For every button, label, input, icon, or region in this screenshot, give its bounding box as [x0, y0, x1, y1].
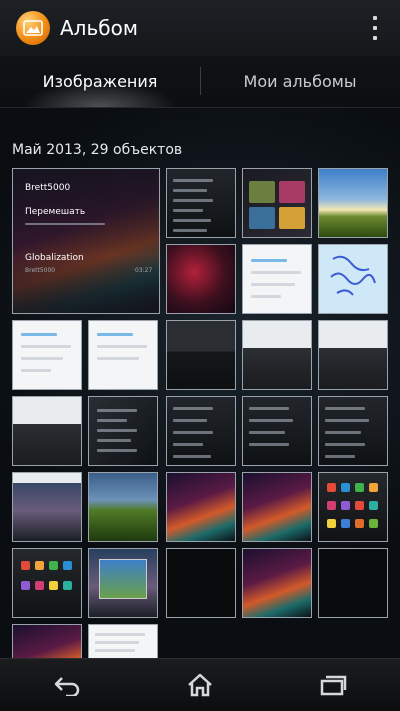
thumbnail[interactable]: [166, 244, 236, 314]
thumb-music-album: Globalization: [25, 253, 84, 263]
thumbnail[interactable]: [318, 472, 388, 542]
tab-my-albums[interactable]: Мои альбомы: [200, 56, 400, 107]
recent-apps-icon[interactable]: [303, 665, 363, 705]
thumb-music-album-artist: Brett5000: [25, 267, 56, 274]
thumbnail[interactable]: [318, 168, 388, 238]
home-icon[interactable]: [170, 665, 230, 705]
thumbnail[interactable]: [318, 320, 388, 390]
thumbnail[interactable]: [166, 168, 236, 238]
thumbnail-grid: Brett5000 Перемешать Globalization Brett…: [0, 168, 400, 658]
thumbnail[interactable]: [242, 320, 312, 390]
tab-divider: [200, 67, 201, 95]
gallery-content[interactable]: Май 2013, 29 объектов Brett5000 Перемеша…: [0, 108, 400, 658]
thumbnail[interactable]: [166, 472, 236, 542]
thumb-music-artist: Brett5000: [25, 183, 71, 193]
thumbnail[interactable]: [88, 472, 158, 542]
system-navigation-bar: [0, 658, 400, 711]
tab-images-label: Изображения: [42, 72, 158, 91]
thumbnail[interactable]: [12, 472, 82, 542]
thumbnail[interactable]: [12, 320, 82, 390]
tab-images[interactable]: Изображения: [0, 56, 200, 107]
thumbnail[interactable]: [242, 396, 312, 466]
thumbnail[interactable]: [166, 548, 236, 618]
thumbnail[interactable]: [318, 548, 388, 618]
thumbnail[interactable]: [242, 244, 312, 314]
thumb-music-shuffle: Перемешать: [25, 207, 86, 217]
thumbnail[interactable]: [242, 472, 312, 542]
thumbnail[interactable]: [88, 624, 158, 658]
action-bar: Альбом: [0, 0, 400, 56]
back-icon[interactable]: [37, 665, 97, 705]
thumbnail[interactable]: [242, 548, 312, 618]
thumbnail[interactable]: [88, 548, 158, 618]
overflow-menu-icon[interactable]: [372, 16, 378, 40]
app-title: Альбом: [60, 16, 138, 40]
thumbnail[interactable]: [166, 320, 236, 390]
thumbnail[interactable]: [12, 548, 82, 618]
thumbnail[interactable]: [318, 396, 388, 466]
thumbnail[interactable]: [88, 396, 158, 466]
thumbnail[interactable]: Brett5000 Перемешать Globalization Brett…: [12, 168, 160, 314]
thumbnail[interactable]: [88, 320, 158, 390]
thumbnail[interactable]: [12, 396, 82, 466]
tab-my-albums-label: Мои альбомы: [243, 72, 357, 91]
thumbnail[interactable]: [166, 396, 236, 466]
section-header: Май 2013, 29 объектов: [12, 142, 183, 158]
album-icon[interactable]: [16, 11, 50, 45]
thumb-music-time: 03:27: [135, 267, 153, 274]
thumbnail[interactable]: [242, 168, 312, 238]
thumbnail[interactable]: [318, 244, 388, 314]
thumbnail[interactable]: [12, 624, 82, 658]
